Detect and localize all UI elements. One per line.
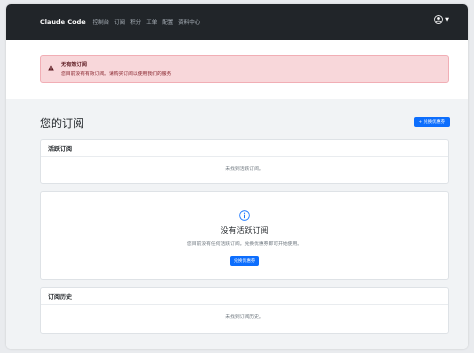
alert-message: 您目前没有有效订阅。请购买订阅以使用我们的服务 — [61, 72, 172, 77]
warning-triangle-icon — [48, 65, 54, 71]
no-subscription-alert: 无有效订阅 您目前没有有效订阅。请购买订阅以使用我们的服务 — [40, 55, 449, 83]
caret-down-icon: ▼ — [445, 16, 449, 23]
brand-logo[interactable]: Claude Code — [40, 18, 86, 26]
card-title: 活跃订阅 — [41, 140, 448, 157]
app-window: Claude Code 控制台 订阅 积分 工单 配置 资料中心 ▼ 无有效订阅… — [6, 4, 468, 349]
nav-link-dashboard[interactable]: 控制台 — [93, 18, 110, 26]
card-title: 订阅历史 — [41, 288, 448, 305]
alert-section: 无有效订阅 您目前没有有效订阅。请购买订阅以使用我们的服务 — [6, 40, 468, 99]
subscription-history-card: 订阅历史 未找到订阅历史。 — [40, 287, 449, 334]
empty-state-redeem-button[interactable]: 兑换优惠券 — [229, 256, 260, 266]
top-navbar: Claude Code 控制台 订阅 积分 工单 配置 资料中心 ▼ — [6, 4, 468, 40]
user-menu-toggle[interactable]: ▼ — [434, 15, 449, 24]
user-circle-icon — [434, 15, 443, 24]
empty-message: 未找到活跃订阅。 — [225, 167, 264, 172]
alert-title: 无有效订阅 — [61, 62, 87, 68]
nav-link-config[interactable]: 配置 — [162, 18, 173, 26]
info-circle-icon — [239, 210, 250, 221]
nav-link-tickets[interactable]: 工单 — [146, 18, 157, 26]
active-subscriptions-card: 活跃订阅 未找到活跃订阅。 — [40, 139, 449, 184]
redeem-coupon-button[interactable]: + 兑换优惠券 — [413, 117, 450, 127]
nav-link-resources[interactable]: 资料中心 — [178, 18, 200, 26]
empty-state-card: 没有活跃订阅 您目前没有任何活跃订阅。兑换优惠券即可开始使用。 兑换优惠券 — [40, 191, 449, 280]
empty-state-text: 您目前没有任何活跃订阅。兑换优惠券即可开始使用。 — [186, 242, 303, 247]
nav-link-subscriptions[interactable]: 订阅 — [114, 18, 125, 26]
empty-message: 未找到订阅历史。 — [225, 315, 264, 320]
main-content: 您的订阅 + 兑换优惠券 活跃订阅 未找到活跃订阅。 没有活跃订阅 您目前没有任… — [6, 99, 468, 349]
nav-link-credits[interactable]: 积分 — [130, 18, 141, 26]
page-title: 您的订阅 — [40, 117, 84, 130]
empty-state-title: 没有活跃订阅 — [220, 226, 269, 235]
